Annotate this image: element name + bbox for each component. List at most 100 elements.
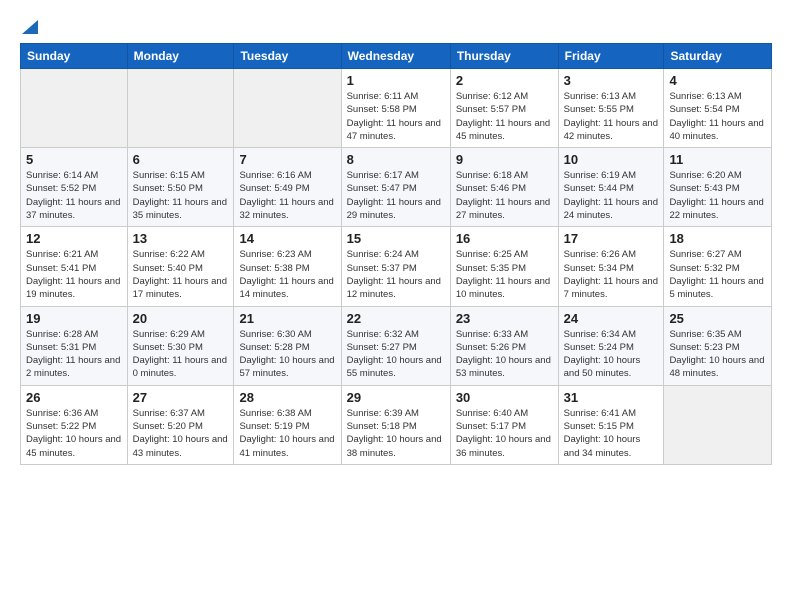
day-number: 12	[26, 231, 122, 246]
day-info: Sunrise: 6:37 AM Sunset: 5:20 PM Dayligh…	[133, 407, 229, 460]
calendar-cell: 4 Sunrise: 6:13 AM Sunset: 5:54 PM Daylig…	[664, 69, 772, 148]
day-info: Sunrise: 6:22 AM Sunset: 5:40 PM Dayligh…	[133, 248, 229, 301]
calendar-cell: 27Sunrise: 6:37 AM Sunset: 5:20 PM Dayli…	[127, 385, 234, 464]
calendar-cell: 22Sunrise: 6:32 AM Sunset: 5:27 PM Dayli…	[341, 306, 450, 385]
calendar-cell	[127, 69, 234, 148]
day-info: Sunrise: 6:27 AM Sunset: 5:32 PM Dayligh…	[669, 248, 766, 301]
day-info: Sunrise: 6:25 AM Sunset: 5:35 PM Dayligh…	[456, 248, 553, 301]
calendar-cell: 1Sunrise: 6:11 AM Sunset: 5:58 PM Daylig…	[341, 69, 450, 148]
calendar-cell: 16 Sunrise: 6:25 AM Sunset: 5:35 PM Dayli…	[450, 227, 558, 306]
week-row-4: 19Sunrise: 6:28 AM Sunset: 5:31 PM Dayli…	[21, 306, 772, 385]
day-number: 8	[347, 152, 445, 167]
calendar-cell: 24 Sunrise: 6:34 AM Sunset: 5:24 PM Dayli…	[558, 306, 664, 385]
day-number: 17	[564, 231, 659, 246]
day-info: Sunrise: 6:18 AM Sunset: 5:46 PM Dayligh…	[456, 169, 553, 222]
calendar-cell: 21 Sunrise: 6:30 AM Sunset: 5:28 PM Dayli…	[234, 306, 341, 385]
logo	[20, 20, 38, 39]
day-info: Sunrise: 6:13 AM Sunset: 5:54 PM Dayligh…	[669, 90, 766, 143]
day-number: 22	[347, 311, 445, 326]
calendar-cell: 15 Sunrise: 6:24 AM Sunset: 5:37 PM Dayli…	[341, 227, 450, 306]
day-info: Sunrise: 6:16 AM Sunset: 5:49 PM Dayligh…	[239, 169, 335, 222]
calendar-cell: 10 Sunrise: 6:19 AM Sunset: 5:44 PM Dayli…	[558, 148, 664, 227]
calendar-cell: 13 Sunrise: 6:22 AM Sunset: 5:40 PM Dayli…	[127, 227, 234, 306]
day-number: 18	[669, 231, 766, 246]
day-info: Sunrise: 6:12 AM Sunset: 5:57 PM Dayligh…	[456, 90, 553, 143]
day-number: 10	[564, 152, 659, 167]
day-number: 6	[133, 152, 229, 167]
week-row-3: 12 Sunrise: 6:21 AM Sunset: 5:41 PM Dayli…	[21, 227, 772, 306]
day-number: 25	[669, 311, 766, 326]
header	[20, 16, 772, 39]
calendar-cell: 2 Sunrise: 6:12 AM Sunset: 5:57 PM Daylig…	[450, 69, 558, 148]
calendar-cell: 9 Sunrise: 6:18 AM Sunset: 5:46 PM Daylig…	[450, 148, 558, 227]
day-info: Sunrise: 6:29 AM Sunset: 5:30 PM Dayligh…	[133, 328, 229, 381]
day-number: 16	[456, 231, 553, 246]
day-info: Sunrise: 6:19 AM Sunset: 5:44 PM Dayligh…	[564, 169, 659, 222]
weekday-header-tuesday: Tuesday	[234, 44, 341, 69]
day-number: 5	[26, 152, 122, 167]
day-number: 23	[456, 311, 553, 326]
calendar-cell: 25 Sunrise: 6:35 AM Sunset: 5:23 PM Dayli…	[664, 306, 772, 385]
day-info: Sunrise: 6:41 AM Sunset: 5:15 PM Dayligh…	[564, 407, 659, 460]
week-row-1: 1Sunrise: 6:11 AM Sunset: 5:58 PM Daylig…	[21, 69, 772, 148]
day-number: 21	[239, 311, 335, 326]
calendar-cell: 23 Sunrise: 6:33 AM Sunset: 5:26 PM Dayli…	[450, 306, 558, 385]
day-info: Sunrise: 6:24 AM Sunset: 5:37 PM Dayligh…	[347, 248, 445, 301]
day-number: 3	[564, 73, 659, 88]
day-info: Sunrise: 6:20 AM Sunset: 5:43 PM Dayligh…	[669, 169, 766, 222]
calendar-cell	[664, 385, 772, 464]
day-info: Sunrise: 6:21 AM Sunset: 5:41 PM Dayligh…	[26, 248, 122, 301]
day-info: Sunrise: 6:40 AM Sunset: 5:17 PM Dayligh…	[456, 407, 553, 460]
day-info: Sunrise: 6:28 AM Sunset: 5:31 PM Dayligh…	[26, 328, 122, 381]
weekday-header-thursday: Thursday	[450, 44, 558, 69]
calendar-table: SundayMondayTuesdayWednesdayThursdayFrid…	[20, 43, 772, 465]
day-info: Sunrise: 6:14 AM Sunset: 5:52 PM Dayligh…	[26, 169, 122, 222]
weekday-header-row: SundayMondayTuesdayWednesdayThursdayFrid…	[21, 44, 772, 69]
calendar-cell: 11Sunrise: 6:20 AM Sunset: 5:43 PM Dayli…	[664, 148, 772, 227]
day-info: Sunrise: 6:13 AM Sunset: 5:55 PM Dayligh…	[564, 90, 659, 143]
day-number: 24	[564, 311, 659, 326]
day-number: 13	[133, 231, 229, 246]
weekday-header-friday: Friday	[558, 44, 664, 69]
calendar-cell: 8Sunrise: 6:17 AM Sunset: 5:47 PM Daylig…	[341, 148, 450, 227]
weekday-header-wednesday: Wednesday	[341, 44, 450, 69]
week-row-5: 26Sunrise: 6:36 AM Sunset: 5:22 PM Dayli…	[21, 385, 772, 464]
day-info: Sunrise: 6:33 AM Sunset: 5:26 PM Dayligh…	[456, 328, 553, 381]
day-info: Sunrise: 6:30 AM Sunset: 5:28 PM Dayligh…	[239, 328, 335, 381]
day-number: 20	[133, 311, 229, 326]
day-info: Sunrise: 6:35 AM Sunset: 5:23 PM Dayligh…	[669, 328, 766, 381]
calendar-cell	[234, 69, 341, 148]
calendar-cell: 31 Sunrise: 6:41 AM Sunset: 5:15 PM Dayli…	[558, 385, 664, 464]
day-info: Sunrise: 6:38 AM Sunset: 5:19 PM Dayligh…	[239, 407, 335, 460]
calendar-cell: 14 Sunrise: 6:23 AM Sunset: 5:38 PM Dayli…	[234, 227, 341, 306]
logo-arrow-icon	[22, 20, 38, 39]
calendar-cell: 19Sunrise: 6:28 AM Sunset: 5:31 PM Dayli…	[21, 306, 128, 385]
calendar-cell: 7 Sunrise: 6:16 AM Sunset: 5:49 PM Daylig…	[234, 148, 341, 227]
day-info: Sunrise: 6:11 AM Sunset: 5:58 PM Dayligh…	[347, 90, 445, 143]
day-number: 7	[239, 152, 335, 167]
calendar-cell: 6 Sunrise: 6:15 AM Sunset: 5:50 PM Daylig…	[127, 148, 234, 227]
calendar-cell: 20 Sunrise: 6:29 AM Sunset: 5:30 PM Dayli…	[127, 306, 234, 385]
day-number: 14	[239, 231, 335, 246]
day-number: 9	[456, 152, 553, 167]
page: SundayMondayTuesdayWednesdayThursdayFrid…	[0, 0, 792, 481]
weekday-header-saturday: Saturday	[664, 44, 772, 69]
day-info: Sunrise: 6:26 AM Sunset: 5:34 PM Dayligh…	[564, 248, 659, 301]
day-number: 4	[669, 73, 766, 88]
day-info: Sunrise: 6:34 AM Sunset: 5:24 PM Dayligh…	[564, 328, 659, 381]
day-info: Sunrise: 6:39 AM Sunset: 5:18 PM Dayligh…	[347, 407, 445, 460]
day-number: 31	[564, 390, 659, 405]
calendar-cell: 12 Sunrise: 6:21 AM Sunset: 5:41 PM Dayli…	[21, 227, 128, 306]
day-info: Sunrise: 6:23 AM Sunset: 5:38 PM Dayligh…	[239, 248, 335, 301]
calendar-cell: 26Sunrise: 6:36 AM Sunset: 5:22 PM Dayli…	[21, 385, 128, 464]
calendar-cell: 28Sunrise: 6:38 AM Sunset: 5:19 PM Dayli…	[234, 385, 341, 464]
calendar-cell: 3 Sunrise: 6:13 AM Sunset: 5:55 PM Daylig…	[558, 69, 664, 148]
calendar-cell: 18 Sunrise: 6:27 AM Sunset: 5:32 PM Dayli…	[664, 227, 772, 306]
day-number: 15	[347, 231, 445, 246]
weekday-header-monday: Monday	[127, 44, 234, 69]
calendar-cell	[21, 69, 128, 148]
day-number: 30	[456, 390, 553, 405]
day-info: Sunrise: 6:15 AM Sunset: 5:50 PM Dayligh…	[133, 169, 229, 222]
day-number: 26	[26, 390, 122, 405]
day-number: 2	[456, 73, 553, 88]
